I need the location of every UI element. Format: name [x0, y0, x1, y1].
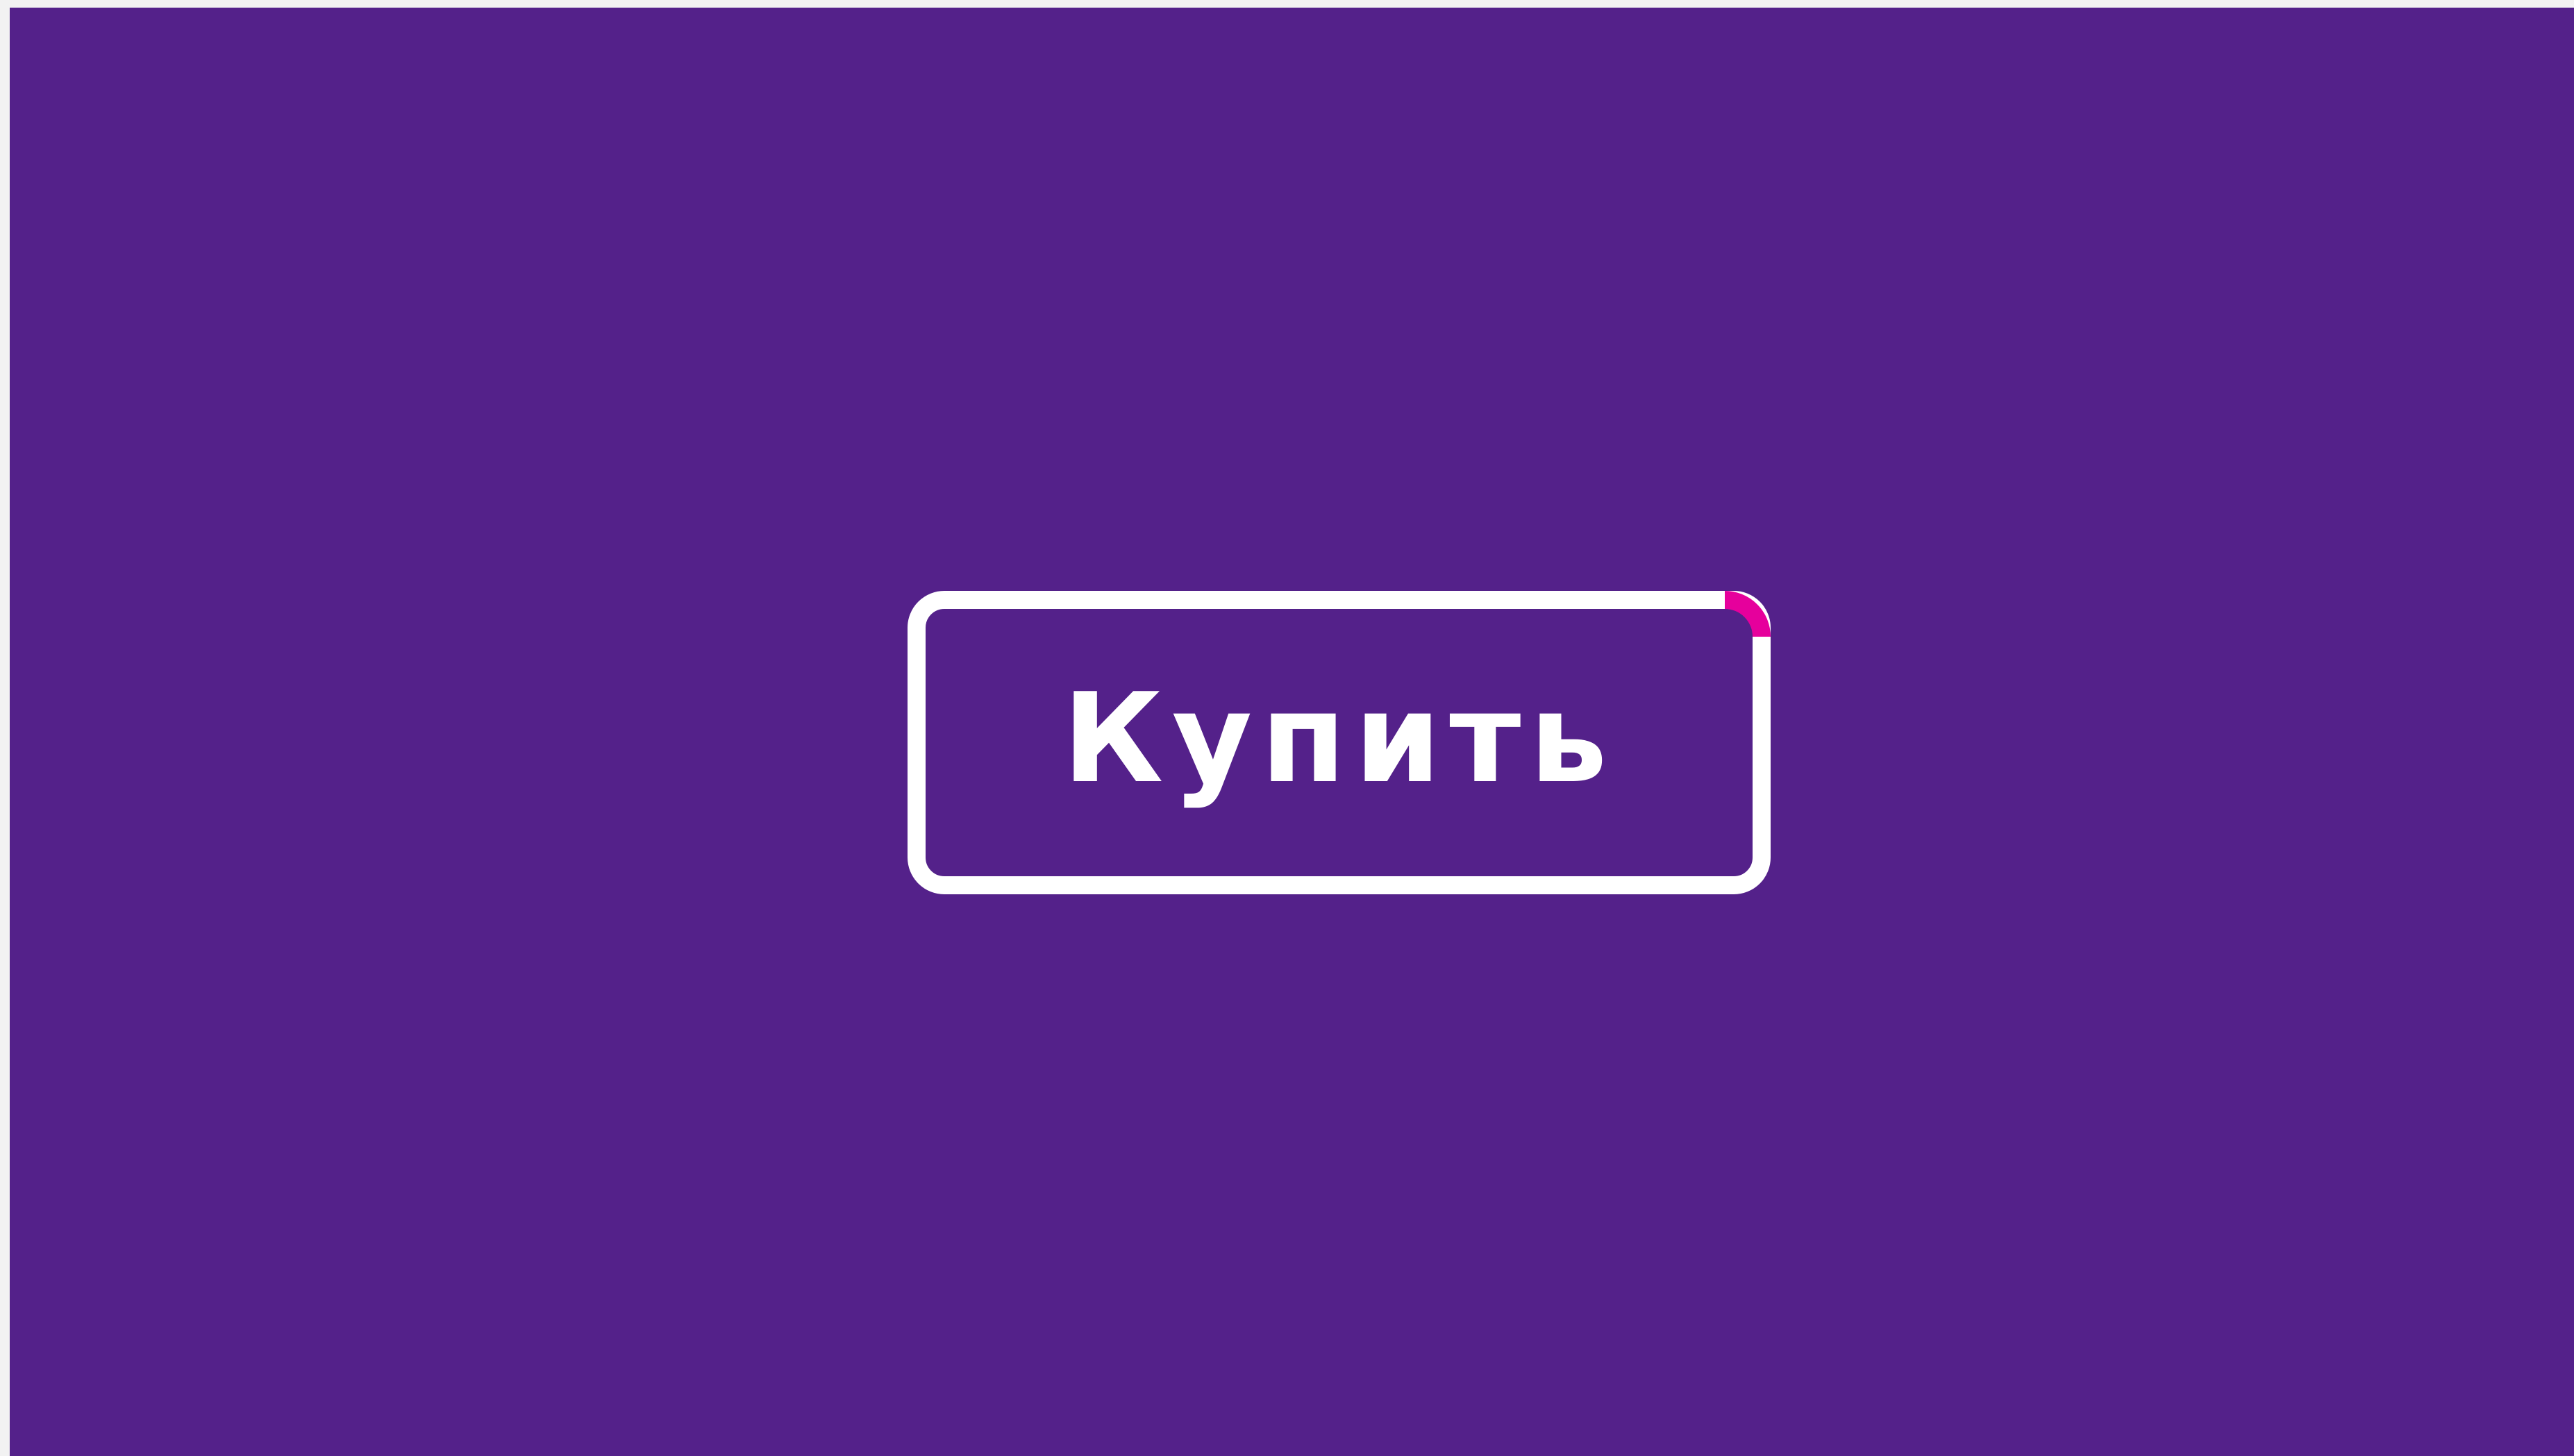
page-background: Купить	[10, 8, 2574, 1456]
buy-button-label: Купить	[1062, 667, 1616, 810]
buy-button[interactable]: Купить	[908, 591, 1771, 894]
